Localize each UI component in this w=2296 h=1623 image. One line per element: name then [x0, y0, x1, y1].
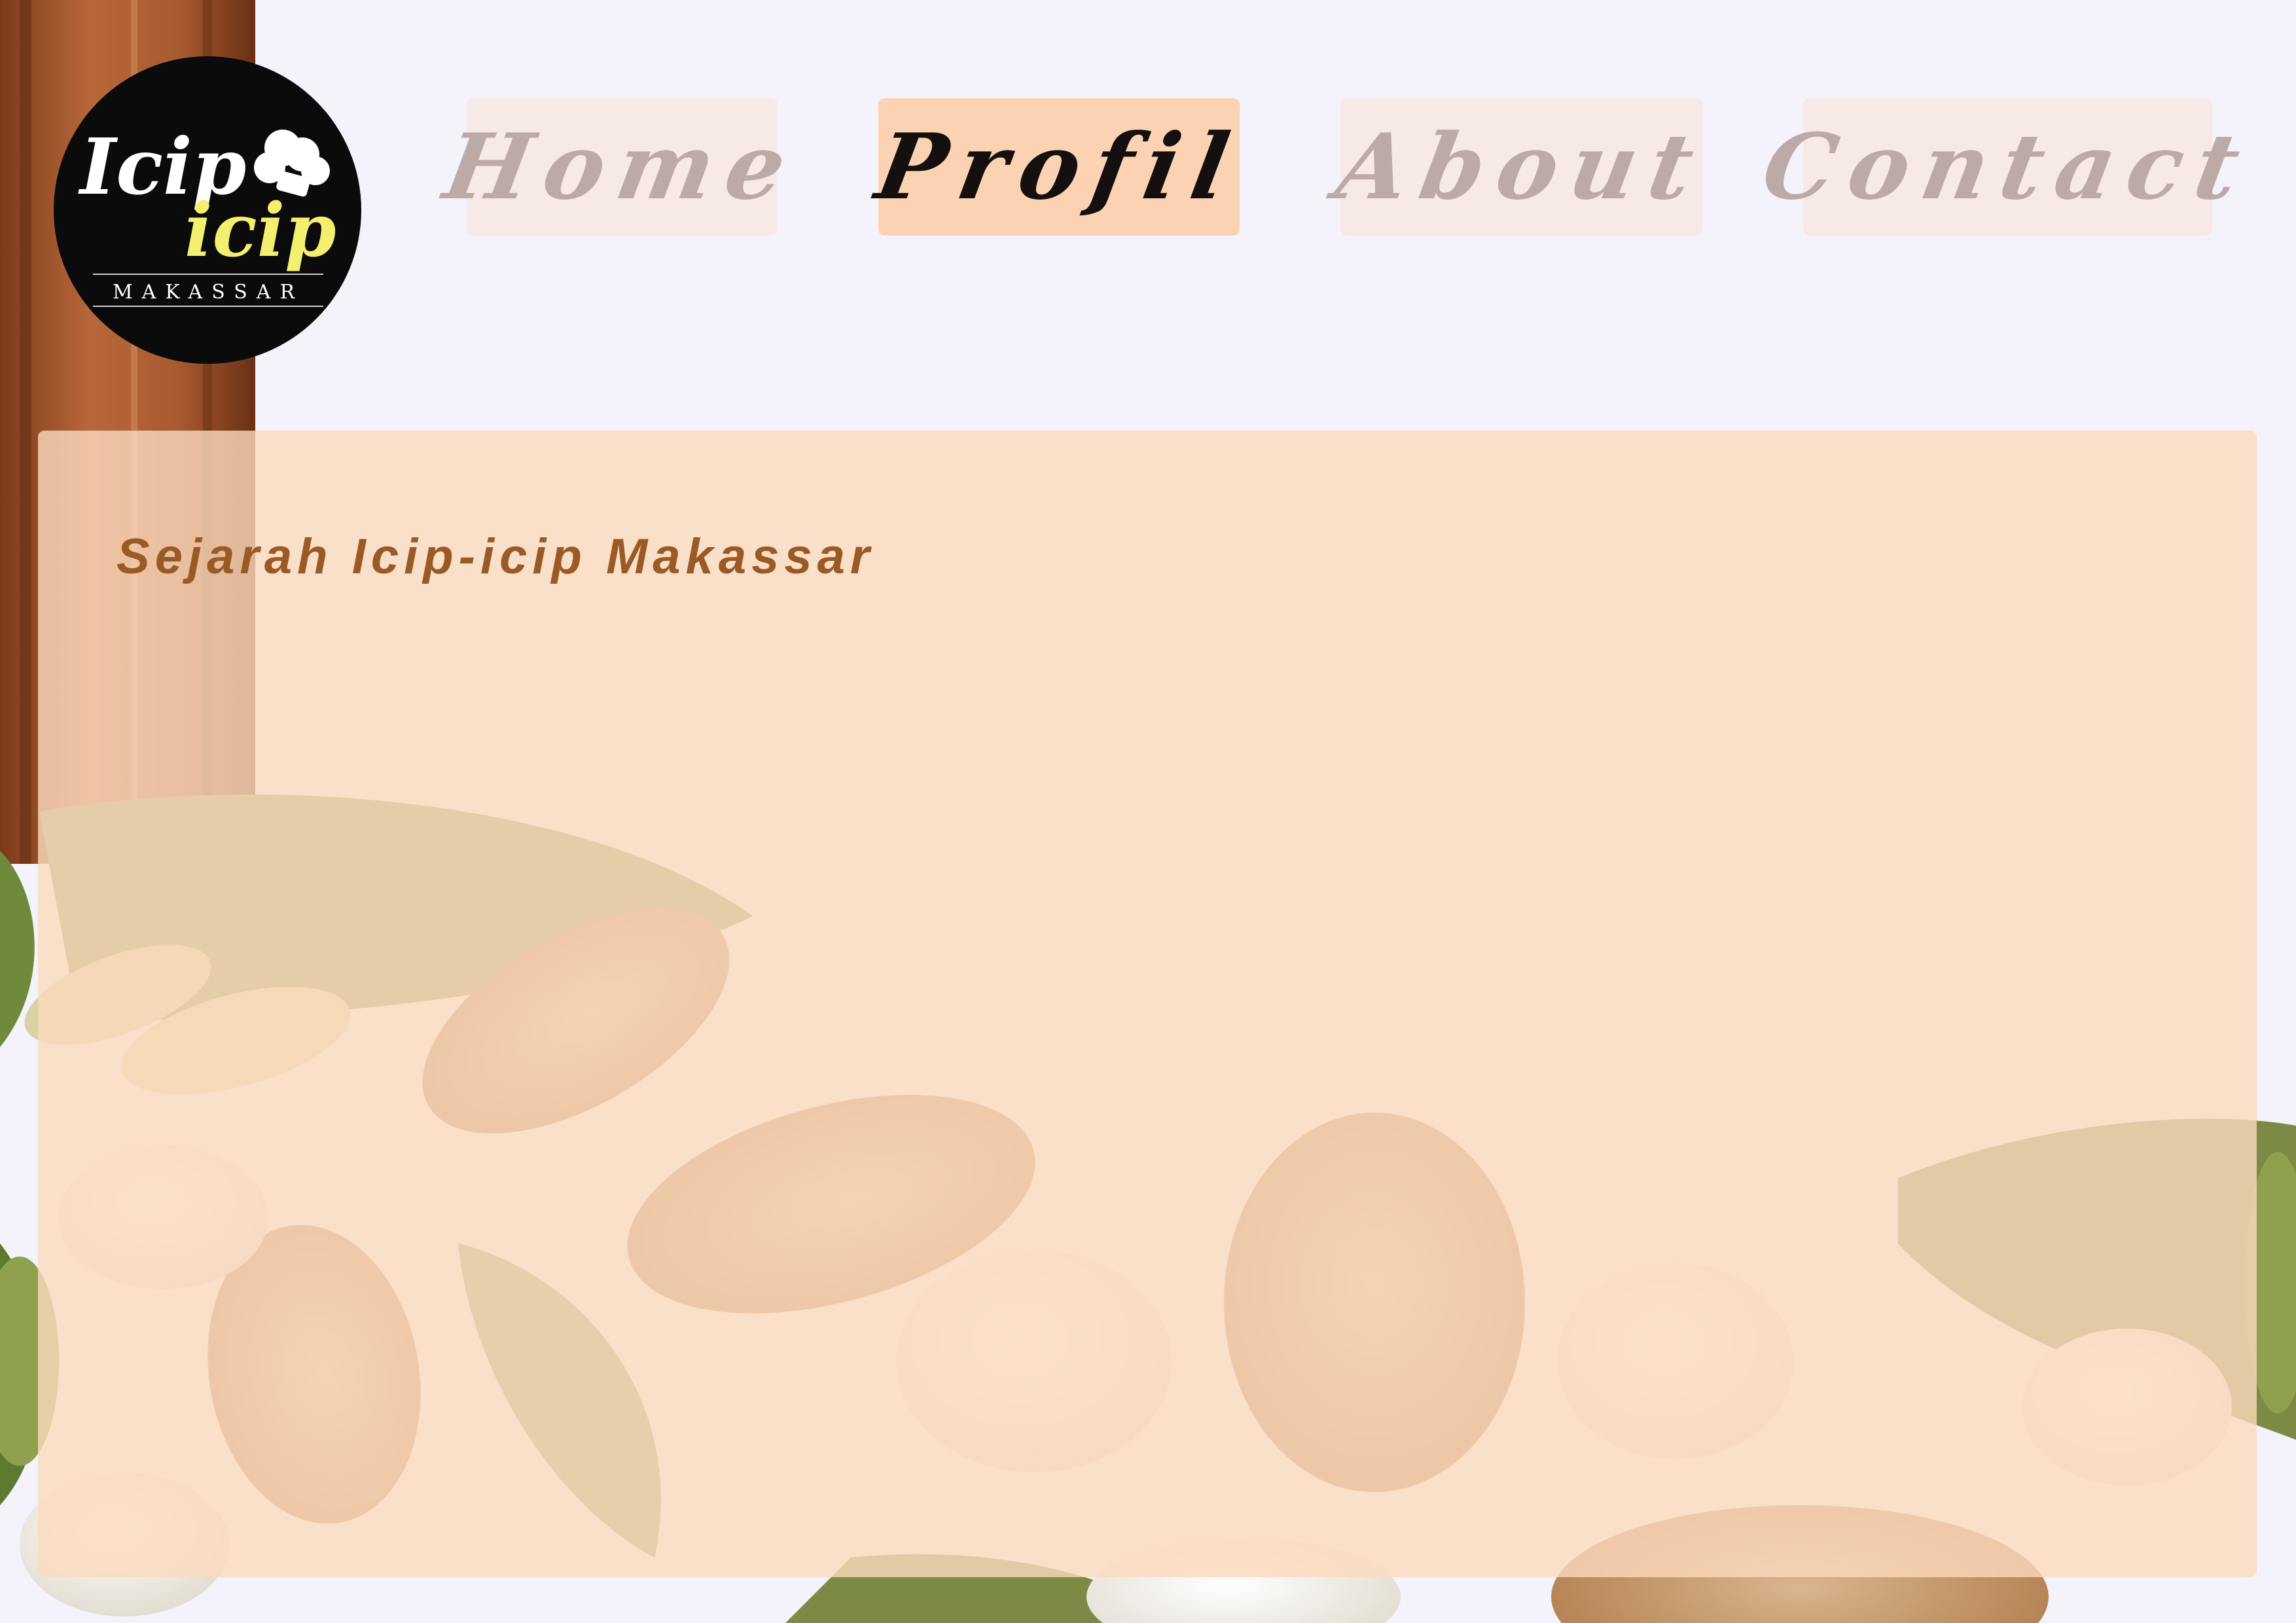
logo-text-line2: icip: [185, 188, 336, 274]
nav-about-button[interactable]: About: [1329, 98, 1714, 236]
nav-contact-label: Contact: [1755, 113, 2261, 220]
nav-profil-label: Profil: [869, 113, 1249, 220]
content-panel: Sejarah Icip-icip Makassar: [38, 431, 2257, 1577]
nav-contact-button[interactable]: Contact: [1755, 98, 2261, 236]
logo-text-line3: MAKASSAR: [113, 281, 304, 304]
nav-home-button[interactable]: Home: [437, 98, 807, 236]
nav-profil-button[interactable]: Profil: [869, 98, 1249, 236]
page-title: Sejarah Icip-icip Makassar: [117, 528, 875, 584]
brand-logo[interactable]: Icip icip MAKASSAR: [54, 56, 361, 364]
nav-home-label: Home: [437, 113, 808, 220]
nav-about-label: About: [1329, 113, 1714, 220]
